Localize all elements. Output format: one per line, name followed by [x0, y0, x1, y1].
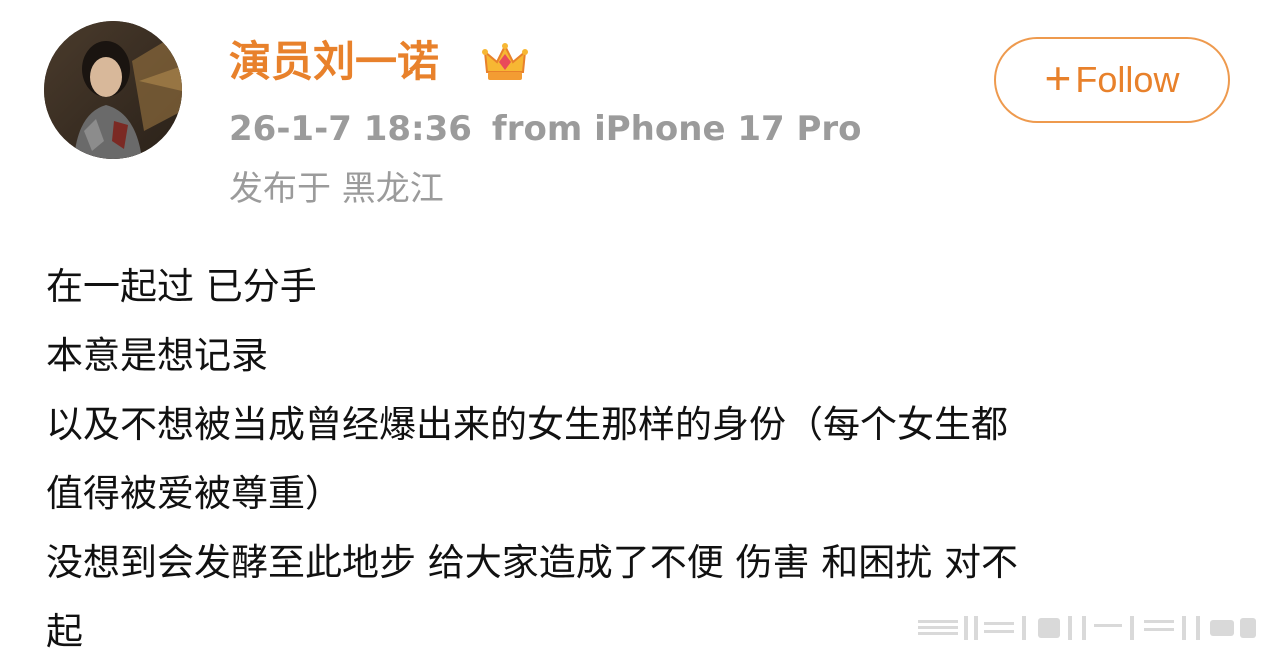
timestamp: 26-1-7 18:36 [229, 109, 472, 149]
watermark [918, 612, 1258, 644]
post-location: 发布于 黑龙江 [229, 169, 444, 209]
plus-icon: + [1044, 52, 1072, 104]
crown-icon [481, 38, 529, 86]
follow-button[interactable]: + Follow [994, 37, 1230, 123]
source-device: from iPhone 17 Pro [491, 109, 862, 149]
post-meta: 26-1-7 18:36 from iPhone 17 Pro [229, 106, 862, 152]
username[interactable]: 演员刘一诺 [229, 34, 439, 90]
post-line: 本意是想记录 [46, 334, 268, 377]
post-body: 在一起过 已分手 本意是想记录 以及不想被当成曾经爆出来的女生那样的身份（每个女… [46, 252, 1226, 666]
post-line: 没想到会发酵至此地步 给大家造成了不便 伤害 和困扰 对不 [46, 541, 1019, 584]
post-line: 在一起过 已分手 [46, 265, 317, 308]
avatar[interactable] [44, 21, 182, 159]
post-line: 值得被爱被尊重） [46, 472, 342, 515]
follow-label: Follow [1075, 59, 1180, 100]
post-line: 以及不想被当成曾经爆出来的女生那样的身份（每个女生都 [46, 403, 1008, 446]
